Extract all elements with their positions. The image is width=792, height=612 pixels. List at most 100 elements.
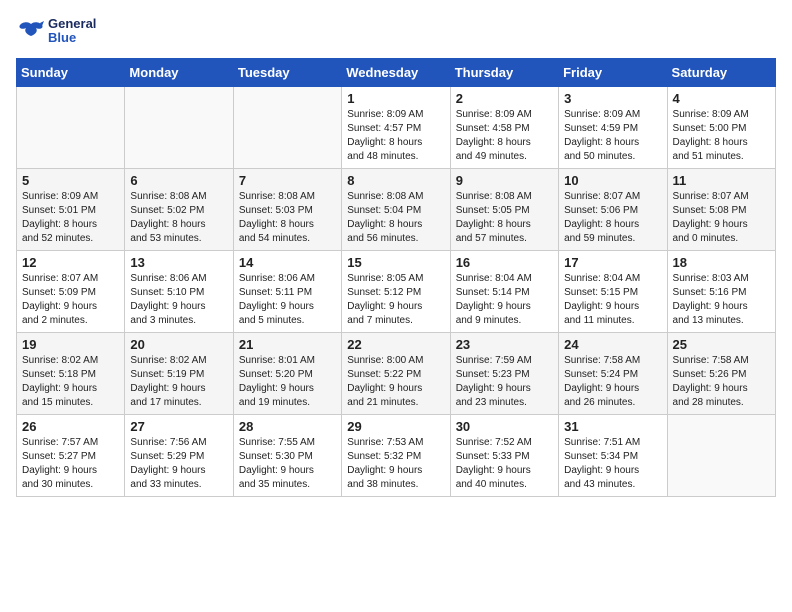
day-number: 13 (130, 255, 227, 270)
day-info: Sunrise: 8:02 AM Sunset: 5:18 PM Dayligh… (22, 354, 119, 410)
day-number: 22 (347, 337, 444, 352)
day-number: 17 (564, 255, 661, 270)
day-number: 29 (347, 419, 444, 434)
calendar-cell: 8 Sunrise: 8:08 AM Sunset: 5:04 PM Daylig… (342, 169, 450, 251)
calendar-cell: 29 Sunrise: 7:53 AM Sunset: 5:32 PM Dayli… (342, 415, 450, 497)
calendar-cell: 30 Sunrise: 7:52 AM Sunset: 5:33 PM Dayli… (450, 415, 558, 497)
day-number: 21 (239, 337, 336, 352)
logo-bird-icon (16, 16, 46, 46)
calendar-week-row: 5 Sunrise: 8:09 AM Sunset: 5:01 PM Daylig… (17, 169, 776, 251)
weekday-header: Saturday (667, 59, 775, 87)
calendar-week-row: 12Sunrise: 8:07 AM Sunset: 5:09 PM Dayli… (17, 251, 776, 333)
day-info: Sunrise: 8:09 AM Sunset: 4:59 PM Dayligh… (564, 108, 661, 164)
day-info: Sunrise: 7:58 AM Sunset: 5:24 PM Dayligh… (564, 354, 661, 410)
logo-text: General Blue (48, 17, 96, 46)
calendar-cell: 5 Sunrise: 8:09 AM Sunset: 5:01 PM Daylig… (17, 169, 125, 251)
calendar-cell: 28 Sunrise: 7:55 AM Sunset: 5:30 PM Dayli… (233, 415, 341, 497)
day-number: 5 (22, 173, 119, 188)
day-number: 9 (456, 173, 553, 188)
calendar-week-row: 19Sunrise: 8:02 AM Sunset: 5:18 PM Dayli… (17, 333, 776, 415)
day-number: 12 (22, 255, 119, 270)
day-number: 11 (673, 173, 770, 188)
day-info: Sunrise: 7:53 AM Sunset: 5:32 PM Dayligh… (347, 436, 444, 492)
day-number: 24 (564, 337, 661, 352)
day-info: Sunrise: 8:00 AM Sunset: 5:22 PM Dayligh… (347, 354, 444, 410)
weekday-header: Wednesday (342, 59, 450, 87)
calendar-cell: 11 Sunrise: 8:07 AM Sunset: 5:08 PM Dayli… (667, 169, 775, 251)
calendar-cell: 10Sunrise: 8:07 AM Sunset: 5:06 PM Dayli… (559, 169, 667, 251)
calendar-cell: 16 Sunrise: 8:04 AM Sunset: 5:14 PM Dayli… (450, 251, 558, 333)
weekday-header: Sunday (17, 59, 125, 87)
calendar-cell: 14Sunrise: 8:06 AM Sunset: 5:11 PM Dayli… (233, 251, 341, 333)
calendar-cell: 12Sunrise: 8:07 AM Sunset: 5:09 PM Dayli… (17, 251, 125, 333)
calendar-cell: 23 Sunrise: 7:59 AM Sunset: 5:23 PM Dayli… (450, 333, 558, 415)
calendar-cell: 21 Sunrise: 8:01 AM Sunset: 5:20 PM Dayli… (233, 333, 341, 415)
calendar-cell: 24 Sunrise: 7:58 AM Sunset: 5:24 PM Dayli… (559, 333, 667, 415)
day-number: 7 (239, 173, 336, 188)
day-info: Sunrise: 7:55 AM Sunset: 5:30 PM Dayligh… (239, 436, 336, 492)
day-number: 31 (564, 419, 661, 434)
day-number: 3 (564, 91, 661, 106)
day-info: Sunrise: 8:09 AM Sunset: 4:58 PM Dayligh… (456, 108, 553, 164)
day-info: Sunrise: 7:56 AM Sunset: 5:29 PM Dayligh… (130, 436, 227, 492)
weekday-header: Friday (559, 59, 667, 87)
day-info: Sunrise: 8:05 AM Sunset: 5:12 PM Dayligh… (347, 272, 444, 328)
day-info: Sunrise: 8:08 AM Sunset: 5:03 PM Dayligh… (239, 190, 336, 246)
day-info: Sunrise: 8:02 AM Sunset: 5:19 PM Dayligh… (130, 354, 227, 410)
page-header: General Blue (16, 16, 776, 46)
day-info: Sunrise: 8:04 AM Sunset: 5:14 PM Dayligh… (456, 272, 553, 328)
calendar-cell: 7 Sunrise: 8:08 AM Sunset: 5:03 PM Daylig… (233, 169, 341, 251)
day-info: Sunrise: 7:59 AM Sunset: 5:23 PM Dayligh… (456, 354, 553, 410)
calendar-cell: 2 Sunrise: 8:09 AM Sunset: 4:58 PM Daylig… (450, 87, 558, 169)
day-number: 23 (456, 337, 553, 352)
day-number: 15 (347, 255, 444, 270)
day-number: 2 (456, 91, 553, 106)
day-number: 10 (564, 173, 661, 188)
calendar-week-row: 26 Sunrise: 7:57 AM Sunset: 5:27 PM Dayli… (17, 415, 776, 497)
day-number: 1 (347, 91, 444, 106)
calendar-table: SundayMondayTuesdayWednesdayThursdayFrid… (16, 58, 776, 497)
calendar-cell: 3 Sunrise: 8:09 AM Sunset: 4:59 PM Daylig… (559, 87, 667, 169)
day-info: Sunrise: 7:51 AM Sunset: 5:34 PM Dayligh… (564, 436, 661, 492)
day-number: 25 (673, 337, 770, 352)
day-number: 30 (456, 419, 553, 434)
day-info: Sunrise: 8:09 AM Sunset: 5:01 PM Dayligh… (22, 190, 119, 246)
day-number: 8 (347, 173, 444, 188)
calendar-cell (233, 87, 341, 169)
calendar-cell (17, 87, 125, 169)
day-info: Sunrise: 7:57 AM Sunset: 5:27 PM Dayligh… (22, 436, 119, 492)
weekday-header: Thursday (450, 59, 558, 87)
day-info: Sunrise: 8:08 AM Sunset: 5:05 PM Dayligh… (456, 190, 553, 246)
calendar-cell: 31 Sunrise: 7:51 AM Sunset: 5:34 PM Dayli… (559, 415, 667, 497)
day-info: Sunrise: 8:06 AM Sunset: 5:11 PM Dayligh… (239, 272, 336, 328)
calendar-cell: 17Sunrise: 8:04 AM Sunset: 5:15 PM Dayli… (559, 251, 667, 333)
day-info: Sunrise: 8:09 AM Sunset: 5:00 PM Dayligh… (673, 108, 770, 164)
logo: General Blue (16, 16, 96, 46)
header-row: SundayMondayTuesdayWednesdayThursdayFrid… (17, 59, 776, 87)
day-number: 16 (456, 255, 553, 270)
weekday-header: Tuesday (233, 59, 341, 87)
calendar-cell: 22 Sunrise: 8:00 AM Sunset: 5:22 PM Dayli… (342, 333, 450, 415)
day-number: 18 (673, 255, 770, 270)
calendar-cell: 18Sunrise: 8:03 AM Sunset: 5:16 PM Dayli… (667, 251, 775, 333)
day-info: Sunrise: 8:07 AM Sunset: 5:08 PM Dayligh… (673, 190, 770, 246)
calendar-week-row: 1 Sunrise: 8:09 AM Sunset: 4:57 PM Daylig… (17, 87, 776, 169)
logo-line1: General (48, 17, 96, 31)
day-info: Sunrise: 8:01 AM Sunset: 5:20 PM Dayligh… (239, 354, 336, 410)
day-number: 28 (239, 419, 336, 434)
calendar-cell: 20Sunrise: 8:02 AM Sunset: 5:19 PM Dayli… (125, 333, 233, 415)
calendar-cell: 27 Sunrise: 7:56 AM Sunset: 5:29 PM Dayli… (125, 415, 233, 497)
calendar-cell (667, 415, 775, 497)
day-info: Sunrise: 7:52 AM Sunset: 5:33 PM Dayligh… (456, 436, 553, 492)
logo-line2: Blue (48, 31, 96, 45)
calendar-cell: 26 Sunrise: 7:57 AM Sunset: 5:27 PM Dayli… (17, 415, 125, 497)
weekday-header: Monday (125, 59, 233, 87)
day-number: 26 (22, 419, 119, 434)
day-number: 27 (130, 419, 227, 434)
calendar-cell: 19Sunrise: 8:02 AM Sunset: 5:18 PM Dayli… (17, 333, 125, 415)
day-info: Sunrise: 8:09 AM Sunset: 4:57 PM Dayligh… (347, 108, 444, 164)
day-info: Sunrise: 8:06 AM Sunset: 5:10 PM Dayligh… (130, 272, 227, 328)
day-info: Sunrise: 8:08 AM Sunset: 5:04 PM Dayligh… (347, 190, 444, 246)
calendar-cell: 13 Sunrise: 8:06 AM Sunset: 5:10 PM Dayli… (125, 251, 233, 333)
day-number: 6 (130, 173, 227, 188)
